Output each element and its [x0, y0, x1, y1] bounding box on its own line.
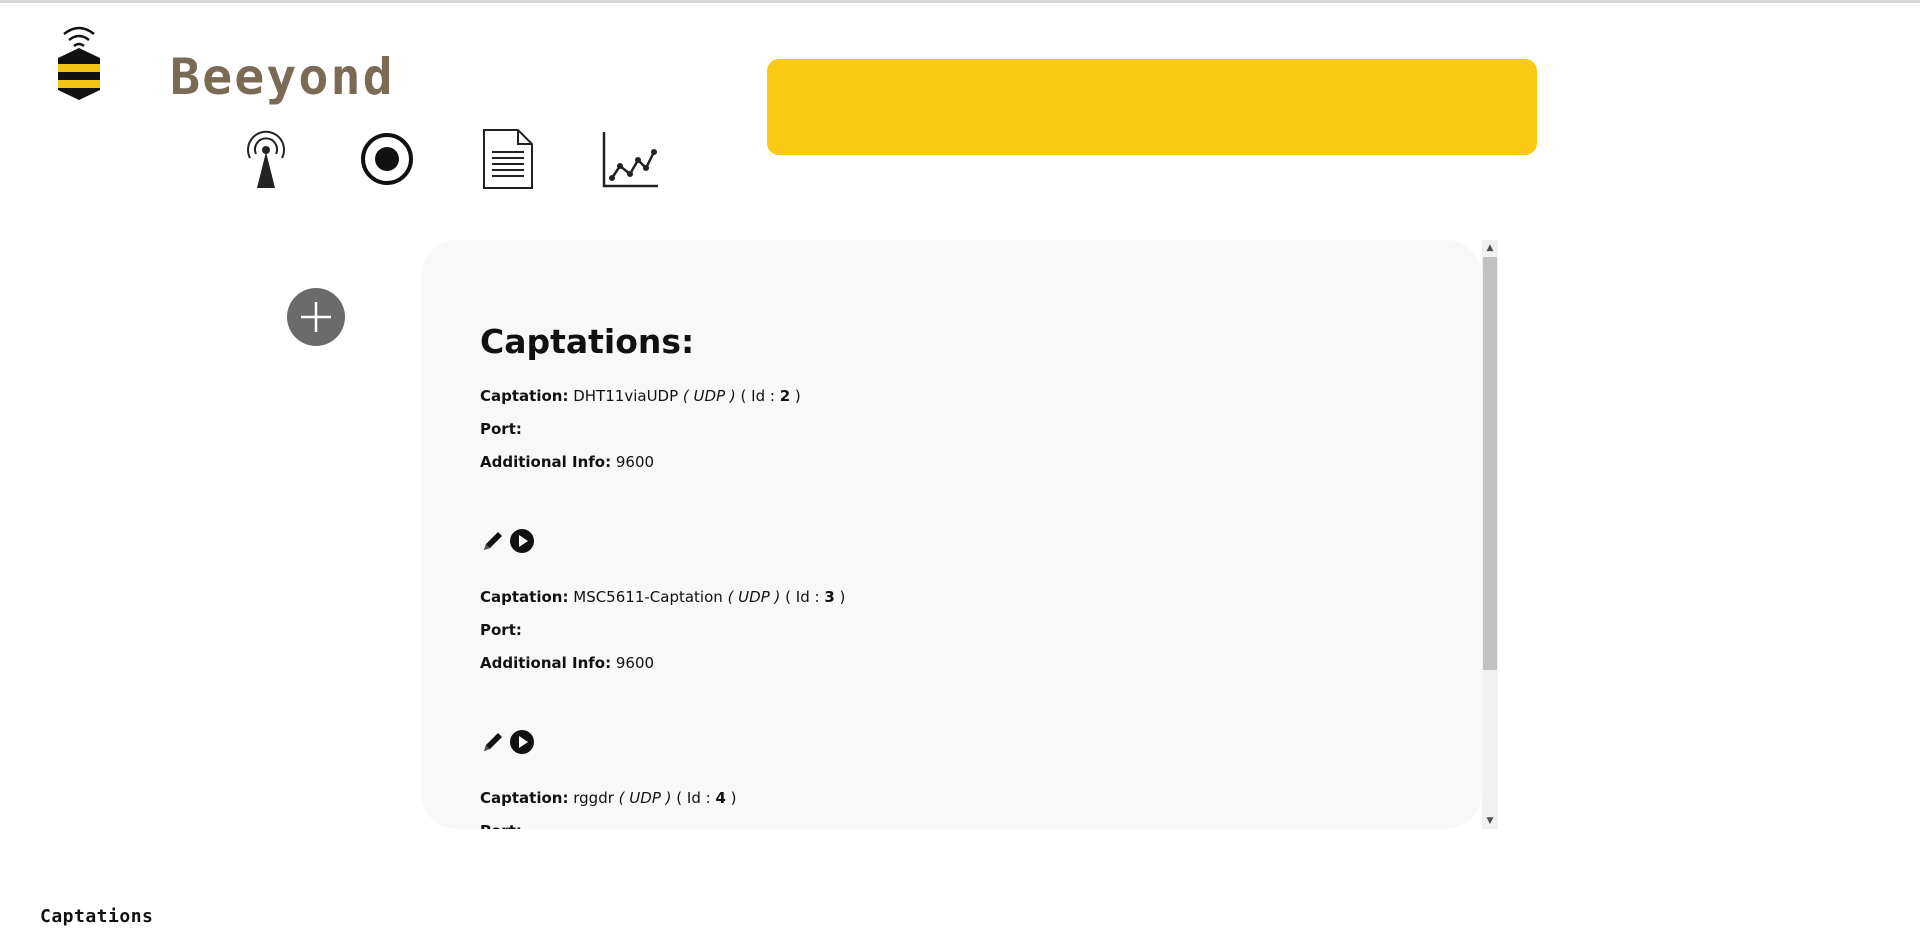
captation-name: DHT11viaUDP	[573, 387, 679, 405]
port-line: Port:	[480, 620, 1380, 653]
edit-icon[interactable]	[480, 729, 506, 755]
port-label: Port:	[480, 822, 522, 829]
info-label: Additional Info:	[480, 453, 612, 471]
info-line: Additional Info: 9600	[480, 653, 1380, 686]
captation-protocol: ( UDP )	[727, 588, 781, 606]
captation-label: Captation:	[480, 789, 569, 807]
document-icon[interactable]	[478, 128, 538, 190]
antenna-icon[interactable]	[236, 128, 296, 190]
captation-name: MSC5611-Captation	[573, 588, 723, 606]
captation-line: Captation: rggdr ( UDP ) ( Id : 4 )	[480, 788, 1380, 821]
id-close: )	[834, 588, 846, 606]
port-line: Port:	[480, 821, 1380, 829]
add-captation-button[interactable]	[287, 288, 345, 346]
port-label: Port:	[480, 420, 522, 438]
captation-label: Captation:	[480, 387, 569, 405]
panel-scrollbar[interactable]: ▲ ▼	[1482, 240, 1498, 829]
captation-id: 3	[824, 588, 835, 606]
play-icon[interactable]	[509, 729, 535, 755]
edit-icon[interactable]	[480, 528, 506, 554]
scroll-thumb[interactable]	[1483, 257, 1497, 670]
scroll-down-arrow-icon[interactable]: ▼	[1482, 813, 1498, 829]
captation-protocol: ( UDP )	[682, 387, 736, 405]
port-label: Port:	[480, 621, 522, 639]
scroll-up-arrow-icon[interactable]: ▲	[1482, 240, 1498, 256]
captations-panel: Captations: Captation: DHT11viaUDP ( UDP…	[421, 240, 1482, 829]
plus-icon	[301, 302, 331, 332]
panel-title: Captations:	[480, 322, 695, 361]
captation-id: 4	[715, 789, 726, 807]
id-close: )	[725, 789, 737, 807]
id-open: ( Id :	[676, 789, 716, 807]
play-icon[interactable]	[509, 528, 535, 554]
record-icon[interactable]	[357, 128, 417, 190]
captation-entry: Captation: MSC5611-Captation ( UDP ) ( I…	[480, 587, 1380, 686]
captation-entry: Captation: DHT11viaUDP ( UDP ) ( Id : 2 …	[480, 386, 1380, 485]
captation-actions	[480, 528, 538, 556]
id-close: )	[790, 387, 801, 405]
captation-id: 2	[779, 387, 791, 405]
captation-actions	[480, 729, 538, 757]
info-value: 9600	[615, 453, 655, 471]
captation-protocol: ( UDP )	[618, 789, 672, 807]
brand-logo[interactable]: Beeyond	[52, 24, 395, 108]
chart-icon[interactable]	[600, 128, 660, 190]
captation-line: Captation: DHT11viaUDP ( UDP ) ( Id : 2 …	[480, 386, 1380, 419]
captation-name: rggdr	[573, 789, 614, 807]
captation-label: Captation:	[480, 588, 569, 606]
yellow-banner	[767, 59, 1537, 155]
info-value: 9600	[615, 654, 655, 672]
top-divider	[0, 0, 1920, 3]
port-line: Port:	[480, 419, 1380, 452]
brand-name: Beeyond	[170, 48, 395, 106]
id-open: ( Id :	[785, 588, 825, 606]
bee-wifi-logo	[58, 26, 100, 100]
captation-entry: Captation: rggdr ( UDP ) ( Id : 4 ) Port…	[480, 788, 1380, 829]
captation-line: Captation: MSC5611-Captation ( UDP ) ( I…	[480, 587, 1380, 620]
id-open: ( Id :	[740, 387, 780, 405]
info-label: Additional Info:	[480, 654, 612, 672]
info-line: Additional Info: 9600	[480, 452, 1380, 485]
footer-page-label: Captations	[40, 906, 154, 927]
